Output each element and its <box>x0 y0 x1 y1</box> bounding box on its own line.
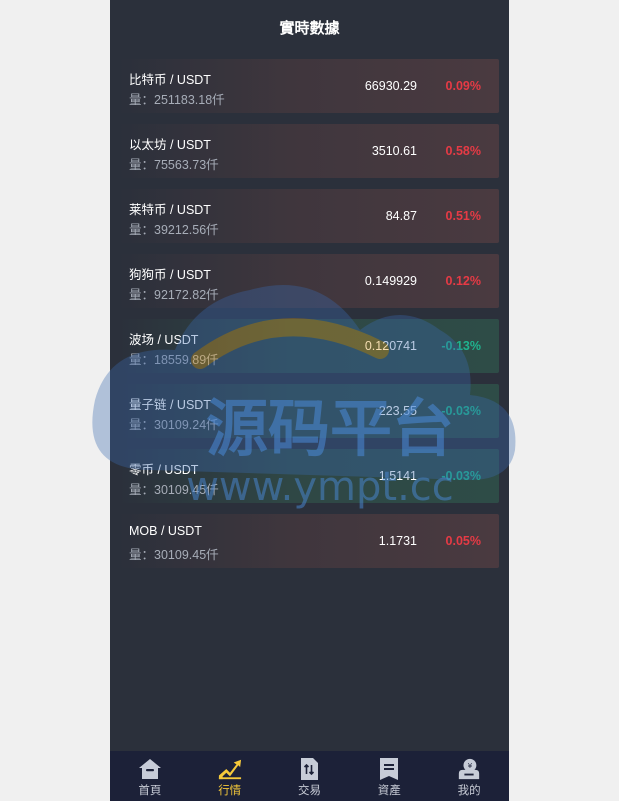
tab-label: 首頁 <box>138 783 162 797</box>
market-change: 0.51% <box>445 209 481 223</box>
market-change: -0.03% <box>441 404 481 418</box>
market-row[interactable]: 零币 / USDT 量：30109.45仟 1.5141 -0.03% <box>118 449 499 503</box>
market-row[interactable]: 以太坊 / USDT 量：75563.73仟 3510.61 0.58% <box>118 124 499 178</box>
chart-trend-icon <box>218 757 242 781</box>
market-change: 0.58% <box>445 144 481 158</box>
market-change: -0.03% <box>441 469 481 483</box>
market-price: 66930.29 <box>364 79 417 93</box>
app-screen: 實時數據 比特币 / USDT 量：251183.18仟 66930.29 0.… <box>110 0 509 801</box>
market-price: 1.1731 <box>378 534 417 548</box>
market-volume: 量：30109.45仟 <box>129 548 219 562</box>
market-volume: 量：30109.45仟 <box>129 483 219 497</box>
market-volume: 量：30109.24仟 <box>129 418 219 432</box>
wallet-user-icon: ¥ <box>457 757 481 781</box>
market-price: 223.55 <box>378 404 417 418</box>
market-pair: 狗狗币 / USDT <box>129 268 211 282</box>
market-list: 比特币 / USDT 量：251183.18仟 66930.29 0.09% 以… <box>118 59 509 579</box>
tab-trade[interactable]: 交易 <box>270 751 350 801</box>
bottom-tabbar: 首頁 行情 交易 資產 ¥ 我的 <box>110 751 509 801</box>
svg-text:¥: ¥ <box>468 761 473 770</box>
market-row[interactable]: 狗狗币 / USDT 量：92172.82仟 0.149929 0.12% <box>118 254 499 308</box>
market-volume: 量：75563.73仟 <box>129 158 219 172</box>
market-row[interactable]: 比特币 / USDT 量：251183.18仟 66930.29 0.09% <box>118 59 499 113</box>
market-change: 0.12% <box>445 274 481 288</box>
market-change: 0.09% <box>445 79 481 93</box>
market-row[interactable]: 莱特币 / USDT 量：39212.56仟 84.87 0.51% <box>118 189 499 243</box>
tab-label: 行情 <box>218 783 242 797</box>
tab-assets[interactable]: 資產 <box>349 751 429 801</box>
tab-label: 交易 <box>297 783 321 797</box>
tab-market[interactable]: 行情 <box>190 751 270 801</box>
market-row[interactable]: 量子链 / USDT 量：30109.24仟 223.55 -0.03% <box>118 384 499 438</box>
market-price: 3510.61 <box>371 144 417 158</box>
assets-icon <box>377 757 401 781</box>
market-volume: 量：39212.56仟 <box>129 223 219 237</box>
tab-mine[interactable]: ¥ 我的 <box>429 751 509 801</box>
market-pair: 以太坊 / USDT <box>129 138 211 152</box>
home-icon <box>138 757 162 781</box>
market-pair: 波场 / USDT <box>129 333 199 347</box>
tab-home[interactable]: 首頁 <box>110 751 190 801</box>
market-pair: 量子链 / USDT <box>129 398 211 412</box>
tab-label: 資產 <box>377 783 401 797</box>
market-price: 84.87 <box>385 209 417 223</box>
market-row[interactable]: MOB / USDT 量：30109.45仟 1.1731 0.05% <box>118 514 499 568</box>
exchange-icon <box>297 757 321 781</box>
market-change: 0.05% <box>445 534 481 548</box>
market-pair: 零币 / USDT <box>129 463 199 477</box>
page-header: 實時數據 <box>110 0 509 55</box>
market-pair: 莱特币 / USDT <box>129 203 211 217</box>
market-volume: 量：92172.82仟 <box>129 288 219 302</box>
market-price: 0.120741 <box>364 339 417 353</box>
market-pair: MOB / USDT <box>129 524 202 538</box>
market-volume: 量：18559.89仟 <box>129 353 219 367</box>
page-title: 實時數據 <box>279 19 340 37</box>
market-volume: 量：251183.18仟 <box>129 93 225 107</box>
tab-label: 我的 <box>457 783 481 797</box>
market-price: 1.5141 <box>378 469 417 483</box>
market-change: -0.13% <box>441 339 481 353</box>
market-price: 0.149929 <box>364 274 417 288</box>
market-pair: 比特币 / USDT <box>129 73 211 87</box>
market-row[interactable]: 波场 / USDT 量：18559.89仟 0.120741 -0.13% <box>118 319 499 373</box>
